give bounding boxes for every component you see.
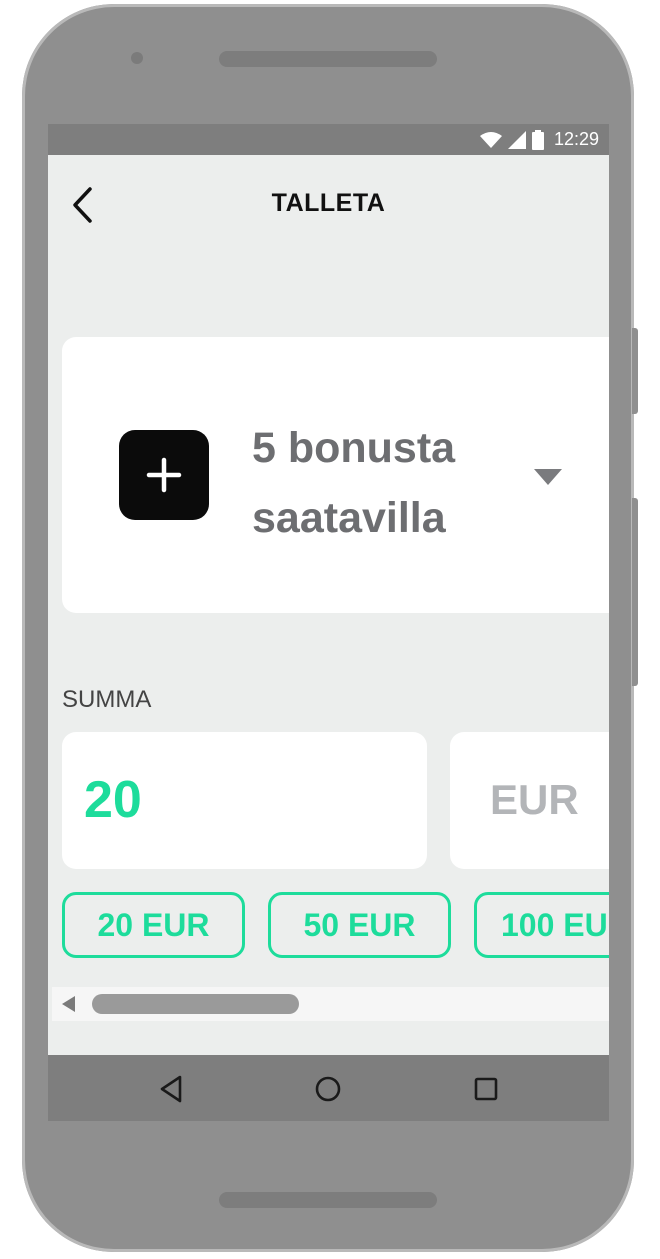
amount-label: SUMMA xyxy=(62,686,152,713)
power-button xyxy=(632,498,638,686)
currency-field: EUR xyxy=(450,732,609,869)
currency-label: EUR xyxy=(490,776,579,823)
app-screen: 12:29 TALLETA 5 bonusta saatavilla SUMMA… xyxy=(48,124,609,1121)
amount-input[interactable]: 20 xyxy=(62,732,427,869)
android-navigation-bar xyxy=(48,1055,609,1121)
nav-recents-button[interactable] xyxy=(468,1071,504,1107)
earpiece-speaker xyxy=(219,51,437,67)
quick-amount-list: 20 EUR 50 EUR 100 EUR xyxy=(62,892,609,966)
plus-icon xyxy=(146,457,182,493)
status-bar: 12:29 xyxy=(48,124,609,155)
scrollbar-thumb[interactable] xyxy=(92,994,299,1014)
wifi-icon xyxy=(479,131,502,148)
nav-back-icon xyxy=(160,1075,182,1103)
quick-amount-20-button[interactable]: 20 EUR xyxy=(62,892,245,958)
page-title: TALLETA xyxy=(271,189,386,217)
nav-recents-icon xyxy=(474,1077,498,1101)
quick-amount-50-button[interactable]: 50 EUR xyxy=(268,892,451,958)
nav-home-icon xyxy=(315,1076,341,1102)
app-header: TALLETA xyxy=(48,155,609,255)
bonus-selector[interactable]: 5 bonusta saatavilla xyxy=(62,337,609,613)
triangle-down-icon[interactable] xyxy=(533,468,563,486)
amount-value: 20 xyxy=(84,771,142,829)
nav-back-button[interactable] xyxy=(153,1071,189,1107)
cell-signal-icon xyxy=(507,130,526,149)
nav-home-button[interactable] xyxy=(310,1071,346,1107)
front-camera xyxy=(131,52,143,64)
status-clock: 12:29 xyxy=(553,129,599,149)
scroll-left-arrow-icon[interactable] xyxy=(62,996,76,1012)
quick-amount-100-button[interactable]: 100 EUR xyxy=(474,892,609,958)
bonus-availability-text: 5 bonusta saatavilla xyxy=(252,413,522,553)
bottom-speaker xyxy=(219,1192,437,1208)
bonus-available-line: saatavilla xyxy=(252,494,446,542)
bonus-plus-tile xyxy=(119,430,209,520)
horizontal-scrollbar[interactable] xyxy=(52,987,609,1021)
bonus-count-line: 5 bonusta xyxy=(252,424,456,472)
volume-button xyxy=(632,328,638,414)
battery-icon xyxy=(531,129,544,150)
